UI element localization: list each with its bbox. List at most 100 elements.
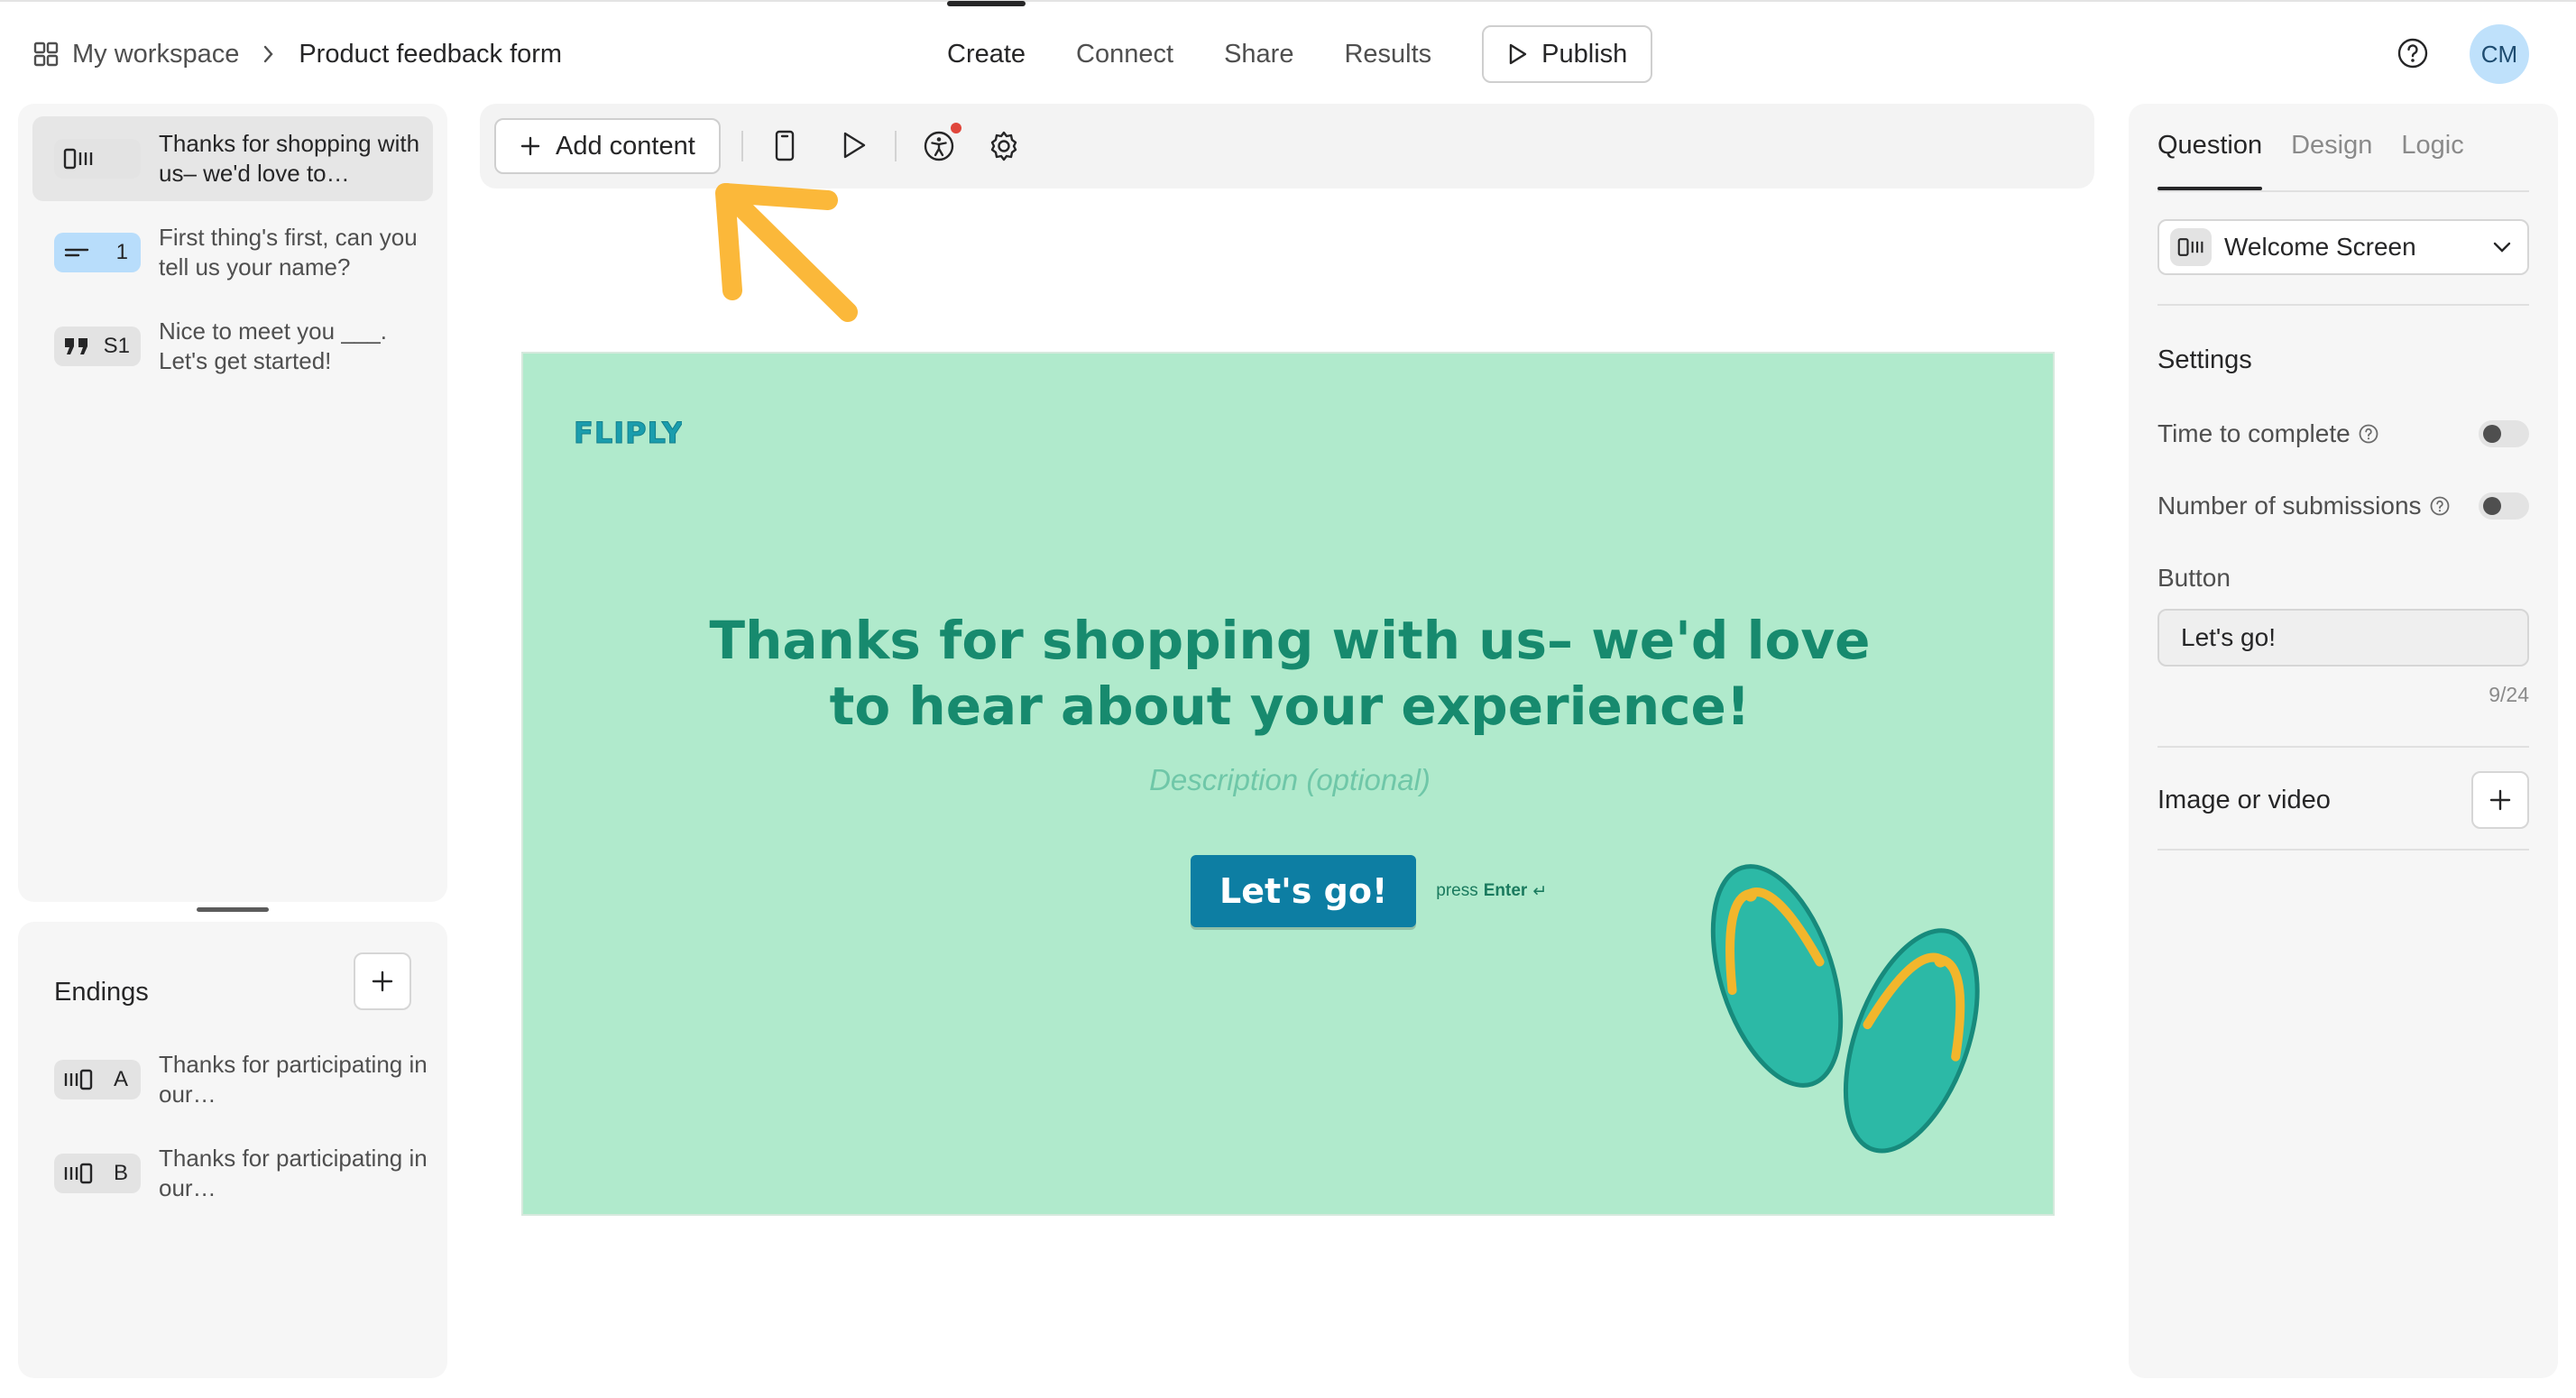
endings-title: Endings [54,978,149,1007]
add-content-label: Add content [556,131,695,161]
tab-create[interactable]: Create [947,1,1026,83]
question-item-1[interactable]: 1 First thing's first, can you tell us y… [32,210,433,295]
panel-divider [2157,190,2529,192]
question-badge: S1 [54,327,141,366]
setting-number-of-submissions: Number of submissions [2157,488,2529,524]
endings-panel: Endings A Thanks for participating in ou… [18,922,447,1378]
main-nav: Create Connect Share Results Publish [947,1,1653,83]
question-item-s1[interactable]: S1 Nice to meet you ___. Let's get start… [32,304,433,389]
plus-icon [520,135,541,157]
help-icon[interactable] [2396,36,2430,70]
setting-label: Number of submissions [2157,492,2422,520]
tab-logic[interactable]: Logic [2401,104,2463,190]
properties-panel: Question Design Logic Welcome Screen Set… [2129,104,2558,1378]
welcome-screen-icon [2177,236,2204,258]
breadcrumb: My workspace Product feedback form [32,36,562,72]
ending-letter: A [113,1067,128,1091]
chevron-right-icon [262,44,275,64]
plus-icon [371,970,394,993]
ending-badge: B [54,1154,141,1193]
cta-row: Let's go! press Enter ↵ [1191,855,1547,927]
tab-question[interactable]: Question [2157,104,2263,190]
setting-label: Time to complete [2157,419,2351,447]
question-badge [54,139,141,179]
question-badge: 1 [54,233,141,272]
tab-share[interactable]: Share [1224,25,1293,83]
tab-results[interactable]: Results [1344,25,1431,83]
question-list-panel: Thanks for shopping with us– we'd love t… [18,104,447,902]
question-type-value: Welcome Screen [2224,233,2416,261]
press-prefix: press [1436,881,1478,900]
welcome-title[interactable]: Thanks for shopping with us– we'd love t… [704,608,1876,740]
time-to-complete-toggle[interactable] [2479,420,2529,447]
lets-go-button[interactable]: Let's go! [1191,855,1417,927]
end-screen-icon [63,1162,94,1185]
panel-resize-handle[interactable] [197,907,269,912]
add-ending-button[interactable] [354,952,411,1010]
brand-logo-text: FLIPLY [574,416,682,449]
description-placeholder[interactable]: Description (optional) [929,763,1651,797]
toolbar-divider [895,131,897,161]
tab-connect[interactable]: Connect [1076,25,1173,83]
button-field-label: Button [2157,564,2231,592]
question-title: First thing's first, can you tell us you… [159,224,418,281]
breadcrumb-form-name[interactable]: Product feedback form [299,40,562,69]
panel-divider [2157,849,2529,851]
brand-logo: FLIPLY [572,415,684,453]
mobile-preview-icon[interactable] [772,129,797,163]
add-media-button[interactable] [2471,771,2529,829]
settings-gear-icon[interactable] [987,129,1021,163]
info-icon[interactable] [2358,423,2379,445]
ending-letter: B [113,1161,128,1185]
character-count: 9/24 [2489,683,2529,706]
panel-tabs: Question Design Logic [2157,104,2493,190]
ending-badge: A [54,1060,141,1099]
question-title: Thanks for shopping with us– we'd love t… [159,130,420,187]
question-item-welcome[interactable]: Thanks for shopping with us– we'd love t… [32,116,433,201]
ending-item-b[interactable]: B Thanks for participating in our… [54,1142,433,1205]
breadcrumb-workspace[interactable]: My workspace [72,40,239,69]
question-number: S1 [103,334,130,358]
settings-title: Settings [2157,345,2252,374]
setting-time-to-complete: Time to complete [2157,416,2529,452]
number-of-submissions-toggle[interactable] [2479,492,2529,520]
chevron-down-icon [2491,240,2513,254]
play-preview-icon[interactable] [837,129,869,161]
enter-key-icon: ↵ [1532,881,1548,901]
press-enter-hint: press Enter ↵ [1436,881,1547,902]
panel-divider [2157,746,2529,748]
question-number: 1 [115,240,128,264]
accessibility-icon[interactable] [922,129,956,163]
button-text-input[interactable] [2157,609,2529,667]
publish-button[interactable]: Publish [1482,25,1653,83]
image-or-video-label: Image or video [2157,785,2331,814]
welcome-screen-icon [63,147,94,170]
workspace-grid-icon[interactable] [32,41,60,68]
question-type-badge [2170,228,2212,266]
question-title: Nice to meet you ___. Let's get started! [159,317,387,374]
notification-dot [951,123,961,133]
end-screen-icon [63,1068,94,1091]
panel-divider [2157,304,2529,306]
short-text-icon [63,244,90,262]
toolbar-divider [741,131,743,161]
info-icon[interactable] [2429,495,2451,517]
statement-quote-icon [63,336,90,357]
play-icon [1505,42,1529,66]
publish-label: Publish [1541,39,1628,69]
editor-toolbar: Add content [480,104,2094,189]
ending-title: Thanks for participating in our… [159,1145,428,1201]
user-avatar[interactable]: CM [2470,24,2529,84]
press-key: Enter [1483,881,1528,900]
top-bar: My workspace Product feedback form Creat… [0,0,2576,104]
add-content-button[interactable]: Add content [494,118,721,174]
flip-flops-illustration [1687,832,2011,1179]
form-preview-canvas[interactable]: FLIPLY Thanks for shopping with us– we'd… [521,352,2055,1216]
tab-design[interactable]: Design [2291,104,2372,190]
plus-icon [2489,788,2512,812]
image-or-video-row: Image or video [2157,771,2529,829]
annotation-arrow-icon [713,180,875,329]
question-type-select[interactable]: Welcome Screen [2157,219,2529,275]
ending-title: Thanks for participating in our… [159,1051,428,1108]
ending-item-a[interactable]: A Thanks for participating in our… [54,1048,433,1111]
